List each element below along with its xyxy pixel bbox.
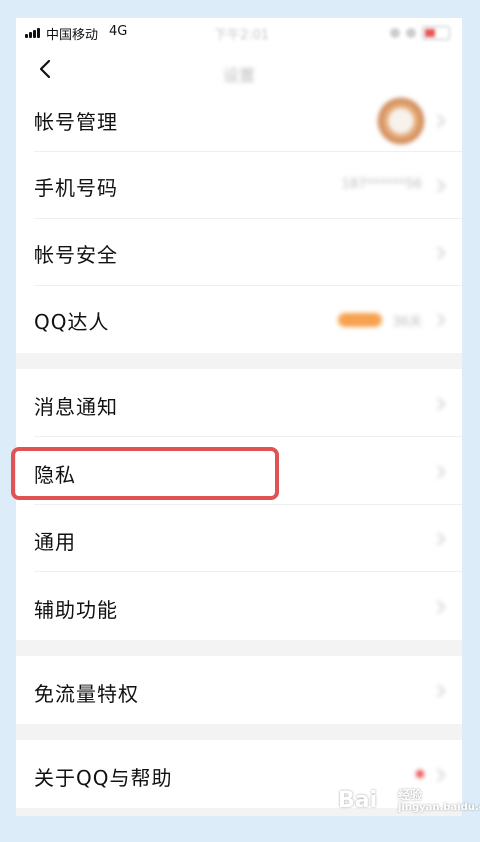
page-title: 设置 [222,66,255,85]
signal-icon [25,28,41,38]
qq-expert-badge [338,313,382,327]
chevron-right-icon [437,246,446,260]
status-bar: 中国移动 4G 下午2:01 [16,18,462,46]
avatar [378,98,424,144]
general-label: 通用 [34,530,76,554]
battery-icon [422,26,450,40]
notifications-label: 消息通知 [34,395,118,419]
status-time: 下午2:01 [214,28,270,43]
new-badge-dot [416,770,424,778]
accessibility-label: 辅助功能 [34,598,118,622]
chevron-right-icon [437,114,446,128]
chevron-right-icon [437,397,446,411]
phone-number-row[interactable]: 手机号码 187******56 [16,152,462,219]
account-management-label: 帐号管理 [34,110,118,134]
account-management-row[interactable]: 帐号管理 [16,90,462,152]
chevron-right-icon [437,600,446,614]
status-icons [390,26,450,40]
account-security-label: 帐号安全 [34,243,118,267]
chevron-right-icon [437,179,446,193]
carrier-name: 中国移动 [46,28,99,43]
chevron-right-icon [437,465,446,479]
chevron-right-icon [437,768,446,782]
watermark-site: 经验 [398,788,423,802]
about-help-label: 关于QQ与帮助 [34,766,173,790]
chevron-right-icon [437,684,446,698]
account-security-row[interactable]: 帐号安全 [16,219,462,286]
phone-screen: 中国移动 4G 下午2:01 设置 帐号管理 手机号码 187******56 … [16,18,462,816]
section-gap [16,353,462,369]
notifications-row[interactable]: 消息通知 [16,369,462,437]
qq-expert-row[interactable]: QQ达人 36天 [16,286,462,353]
general-row[interactable]: 通用 [16,505,462,572]
privacy-highlight-box [11,447,279,500]
bluetooth-icon [406,28,416,38]
qq-expert-value: 36天 [392,315,422,330]
free-data-row[interactable]: 免流量特权 [16,656,462,724]
accessibility-row[interactable]: 辅助功能 [16,572,462,640]
chevron-right-icon [437,313,446,327]
watermark-brand: Bai [338,788,378,813]
alarm-icon [390,28,400,38]
section-gap [16,640,462,656]
network-type: 4G [109,24,128,39]
phone-number-label: 手机号码 [34,176,118,200]
qq-expert-label: QQ达人 [34,310,110,334]
section-gap [16,724,462,740]
free-data-label: 免流量特权 [34,682,139,706]
chevron-right-icon [437,532,446,546]
watermark-url: jingyan.baidu.com [398,802,480,813]
baidu-watermark: Bai 经验 jingyan.baidu.com [338,786,480,826]
nav-bar: 设置 [16,50,462,90]
phone-number-value: 187******56 [341,177,422,192]
